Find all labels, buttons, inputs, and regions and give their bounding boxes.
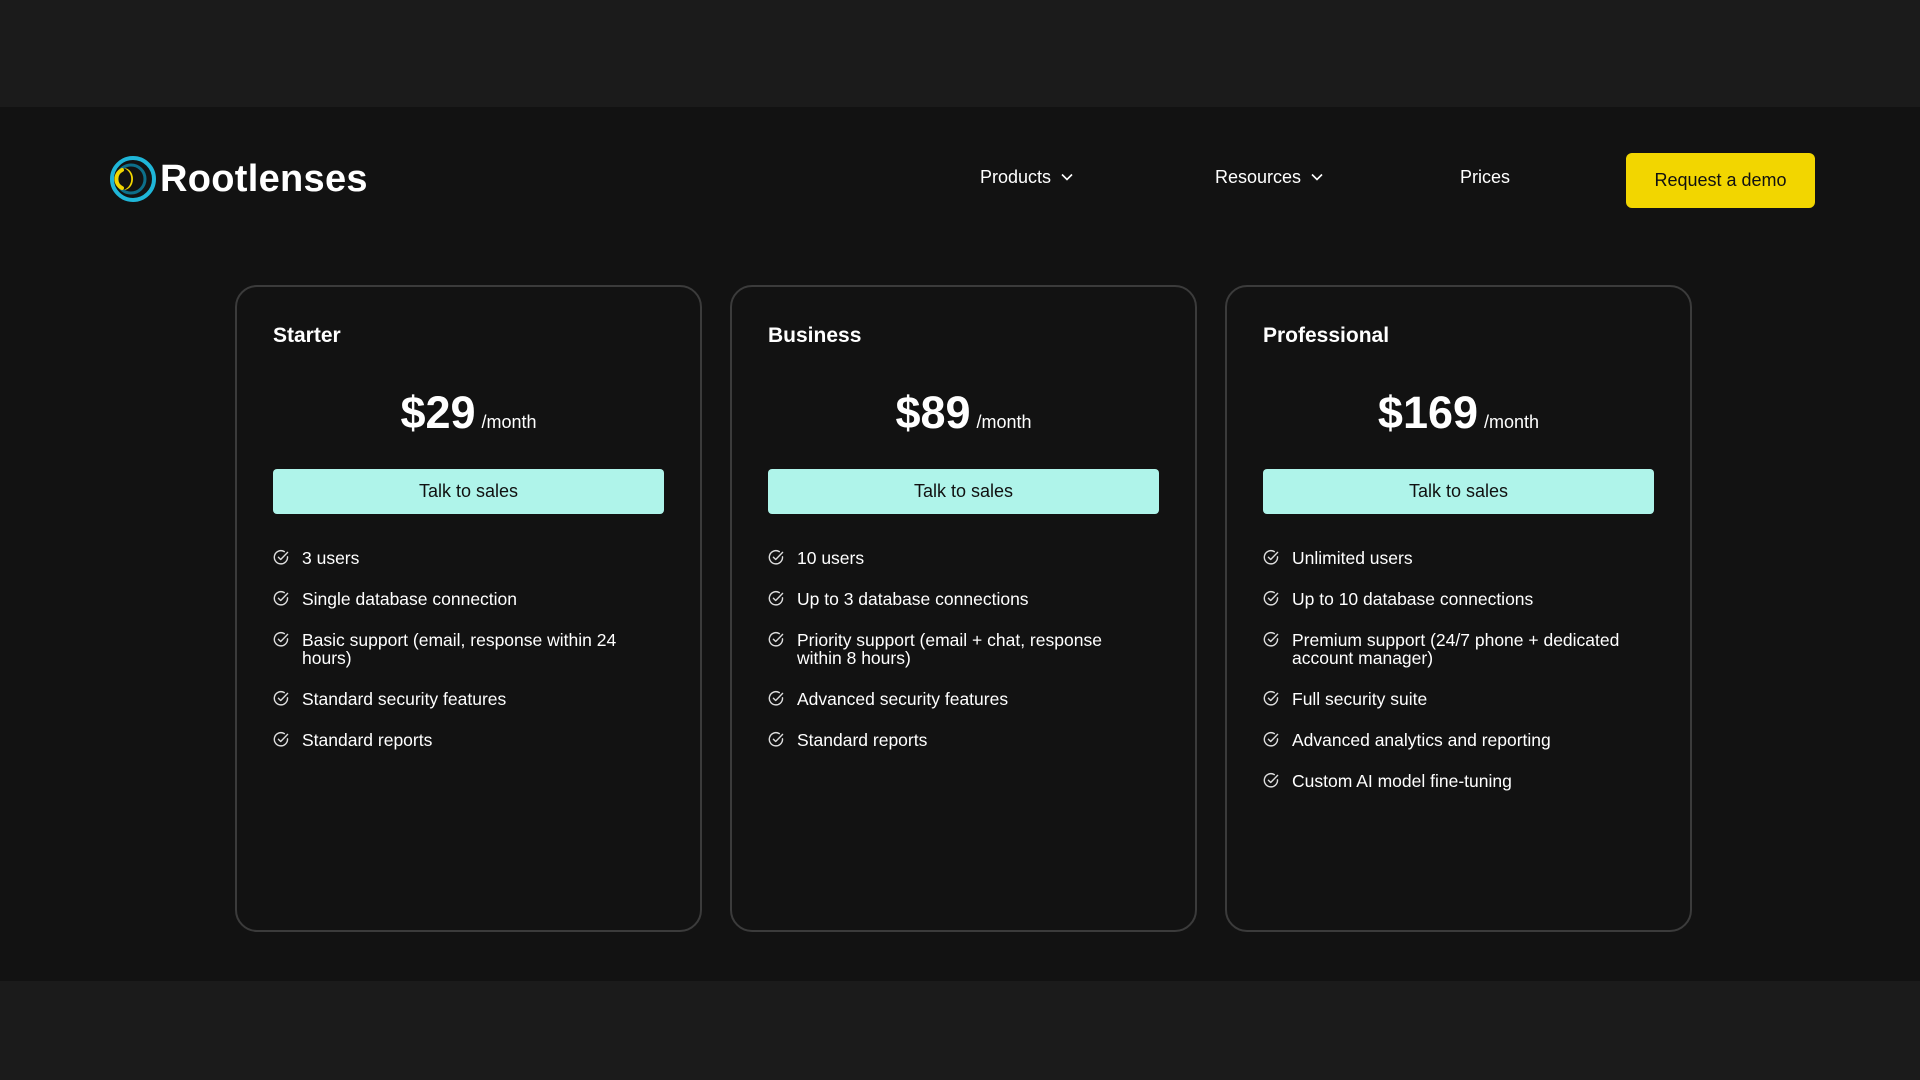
plan-name: Professional (1263, 324, 1390, 347)
feature-text: Unlimited users (1292, 548, 1413, 568)
feature-text: Basic support (email, response within 24… (302, 630, 617, 668)
nav-resources[interactable]: Resources (1215, 168, 1323, 186)
talk-to-sales-button[interactable]: Talk to sales (1263, 469, 1654, 514)
pricing-card-business: Business $89 /month Talk to sales 10 use… (730, 285, 1197, 932)
request-demo-button[interactable]: Request a demo (1626, 153, 1815, 208)
check-circle-icon (1263, 590, 1280, 607)
feature-item: Priority support (email + chat, response… (768, 631, 1148, 667)
feature-text: Up to 10 database connections (1292, 589, 1534, 609)
pricing-card-starter: Starter $29 /month Talk to sales 3 users… (235, 285, 702, 932)
feature-item: Premium support (24/7 phone + dedicated … (1263, 631, 1643, 667)
feature-item: Basic support (email, response within 24… (273, 631, 653, 667)
rootlenses-logo-icon (110, 156, 156, 202)
check-circle-icon (1263, 549, 1280, 566)
feature-text: Single database connection (302, 589, 518, 609)
price-row: $169 /month (1227, 387, 1690, 439)
check-circle-icon (1263, 731, 1280, 748)
chevron-down-icon (1311, 173, 1323, 181)
nav-products-label: Products (980, 167, 1052, 187)
feature-item: 10 users (768, 549, 1148, 567)
check-circle-icon (1263, 631, 1280, 648)
feature-text: Premium support (24/7 phone + dedicated … (1292, 630, 1620, 668)
check-circle-icon (1263, 690, 1280, 707)
check-circle-icon (1263, 772, 1280, 789)
check-circle-icon (768, 731, 785, 748)
nav-resources-label: Resources (1215, 167, 1302, 187)
feature-text: Priority support (email + chat, response… (797, 630, 1102, 668)
feature-text: Up to 3 database connections (797, 589, 1029, 609)
pricing-card-professional: Professional $169 /month Talk to sales U… (1225, 285, 1692, 932)
plan-name: Business (768, 324, 862, 347)
feature-item: Up to 3 database connections (768, 590, 1148, 608)
feature-text: Custom AI model fine-tuning (1292, 771, 1512, 791)
price-amount: $169 (1377, 387, 1479, 438)
check-circle-icon (768, 590, 785, 607)
nav-prices[interactable]: Prices (1460, 168, 1510, 186)
check-circle-icon (273, 731, 290, 748)
feature-item: Custom AI model fine-tuning (1263, 772, 1643, 790)
brand-logo[interactable]: Rootlenses (110, 156, 368, 202)
feature-text: Advanced security features (797, 689, 1009, 709)
feature-item: Advanced security features (768, 690, 1148, 708)
talk-to-sales-button[interactable]: Talk to sales (768, 469, 1159, 514)
check-circle-icon (768, 549, 785, 566)
feature-text: Standard reports (302, 730, 433, 750)
price-row: $89 /month (732, 387, 1195, 439)
feature-item: Advanced analytics and reporting (1263, 731, 1643, 749)
price-period: /month (481, 412, 537, 432)
chevron-down-icon (1061, 173, 1073, 181)
feature-text: 10 users (797, 548, 865, 568)
check-circle-icon (768, 690, 785, 707)
plan-name: Starter (273, 324, 341, 347)
feature-item: Standard security features (273, 690, 653, 708)
feature-item: Full security suite (1263, 690, 1643, 708)
price-period: /month (1484, 412, 1540, 432)
price-amount: $89 (895, 387, 971, 438)
feature-text: Advanced analytics and reporting (1292, 730, 1551, 750)
feature-item: Standard reports (768, 731, 1148, 749)
feature-text: 3 users (302, 548, 360, 568)
brand-name: Rootlenses (160, 158, 368, 200)
feature-item: Unlimited users (1263, 549, 1643, 567)
check-circle-icon (273, 590, 290, 607)
feature-text: Standard reports (797, 730, 928, 750)
feature-list: 10 users Up to 3 database connections Pr… (768, 549, 1148, 772)
feature-item: 3 users (273, 549, 653, 567)
feature-item: Up to 10 database connections (1263, 590, 1643, 608)
talk-to-sales-button[interactable]: Talk to sales (273, 469, 664, 514)
feature-item: Standard reports (273, 731, 653, 749)
feature-text: Standard security features (302, 689, 507, 709)
price-amount: $29 (400, 387, 476, 438)
check-circle-icon (273, 631, 290, 648)
feature-item: Single database connection (273, 590, 653, 608)
nav-prices-label: Prices (1460, 167, 1511, 187)
check-circle-icon (273, 690, 290, 707)
feature-text: Full security suite (1292, 689, 1428, 709)
price-row: $29 /month (237, 387, 700, 439)
feature-list: 3 users Single database connection Basic… (273, 549, 653, 772)
check-circle-icon (273, 549, 290, 566)
feature-list: Unlimited users Up to 10 database connec… (1263, 549, 1643, 813)
price-period: /month (976, 412, 1032, 432)
check-circle-icon (768, 631, 785, 648)
nav-products[interactable]: Products (980, 168, 1073, 186)
